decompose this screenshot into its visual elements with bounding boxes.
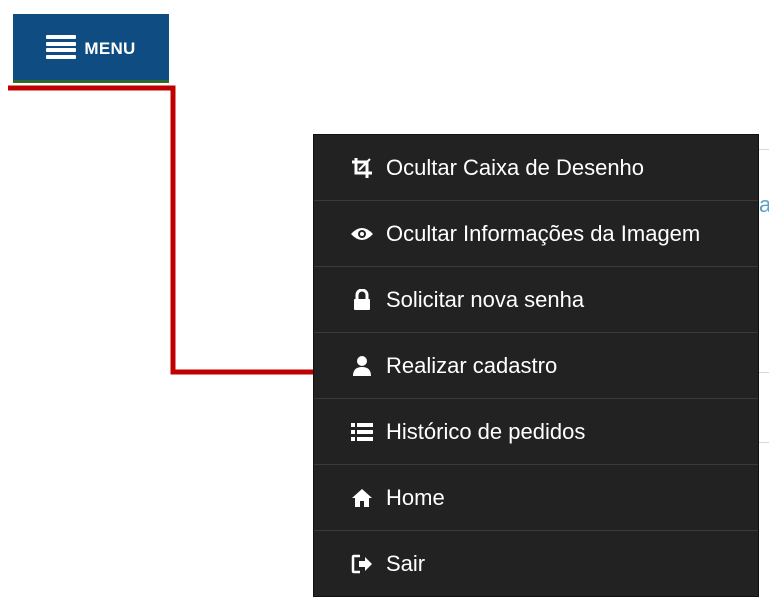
menu-item-label: Solicitar nova senha — [386, 286, 585, 312]
home-icon — [350, 486, 374, 510]
menu-item-hide-drawing-box[interactable]: Ocultar Caixa de Desenho — [314, 135, 758, 201]
menu-item-label: Histórico de pedidos — [386, 418, 586, 444]
menu-item-order-history[interactable]: Histórico de pedidos — [314, 399, 758, 465]
menu-button[interactable]: MENU — [13, 14, 169, 83]
dropdown-menu: Ocultar Caixa de Desenho Ocultar Informa… — [313, 134, 759, 597]
menu-button-label: MENU — [84, 39, 136, 58]
menu-item-request-password[interactable]: Solicitar nova senha — [314, 267, 758, 333]
menu-item-label: Ocultar Caixa de Desenho — [386, 154, 645, 180]
menu-item-home[interactable]: Home — [314, 465, 758, 531]
crop-icon — [350, 156, 374, 180]
menu-item-sign-out[interactable]: Sair — [314, 531, 758, 597]
background-text-fragment: a — [759, 192, 769, 217]
menu-item-label: Ocultar Informações da Imagem — [386, 220, 701, 246]
menu-item-register[interactable]: Realizar cadastro — [314, 333, 758, 399]
screen: a MENU Ocultar Caixa de Desenho Ocultar … — [0, 0, 769, 600]
menu-item-label: Realizar cadastro — [386, 352, 558, 378]
sign-out-icon — [350, 552, 374, 576]
menu-item-label: Sair — [386, 551, 426, 576]
menu-item-hide-image-info[interactable]: Ocultar Informações da Imagem — [314, 201, 758, 267]
list-icon — [350, 420, 374, 444]
hamburger-icon — [46, 35, 77, 59]
eye-icon — [350, 222, 374, 246]
user-icon — [350, 354, 374, 378]
menu-item-label: Home — [386, 484, 445, 510]
lock-icon — [350, 288, 374, 312]
